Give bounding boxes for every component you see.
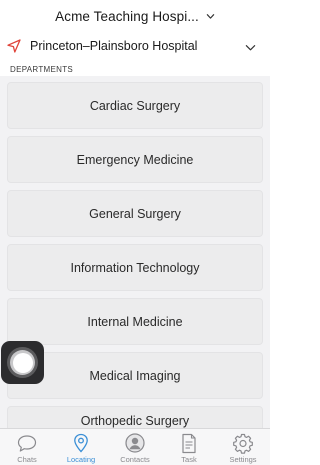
tab-label-chats: Chats (17, 455, 37, 464)
tab-locating[interactable]: Locating (54, 429, 108, 465)
tab-task[interactable]: Task (162, 429, 216, 465)
tab-label-settings: Settings (229, 455, 257, 464)
organization-title: Acme Teaching Hospi... (55, 8, 199, 24)
department-button-cardiac-surgery[interactable]: Cardiac Surgery (7, 82, 263, 129)
hospital-selector[interactable]: Princeton–Plainsboro Hospital (0, 32, 270, 62)
location-arrow-icon (7, 39, 21, 53)
department-button-general-surgery[interactable]: General Surgery (7, 190, 263, 237)
chevron-down-icon (245, 45, 256, 51)
location-pin-icon (74, 433, 88, 453)
department-button-information-technology[interactable]: Information Technology (7, 244, 263, 291)
gear-icon (233, 433, 253, 454)
tab-label-contacts: Contacts (120, 455, 150, 464)
department-button-medical-imaging[interactable]: Medical Imaging (7, 352, 263, 399)
task-document-icon (182, 433, 196, 454)
tab-settings[interactable]: Settings (216, 429, 270, 465)
departments-section-label: DEPARTMENTS (10, 65, 74, 74)
chat-bubble-icon (17, 435, 37, 452)
tab-chats[interactable]: Chats (0, 429, 54, 465)
department-button-internal-medicine[interactable]: Internal Medicine (7, 298, 263, 345)
tab-label-locating: Locating (66, 455, 96, 464)
assistive-touch-button[interactable] (1, 341, 44, 384)
department-button-orthopedic-surgery[interactable]: Orthopedic Surgery (7, 406, 263, 428)
tab-label-task: Task (181, 455, 197, 464)
assistive-touch-icon (7, 347, 38, 378)
department-button-emergency-medicine[interactable]: Emergency Medicine (7, 136, 263, 183)
organization-selector[interactable]: Acme Teaching Hospi... (0, 0, 270, 32)
chevron-down-icon (206, 13, 215, 19)
hospital-name: Princeton–Plainsboro Hospital (30, 39, 198, 53)
contacts-icon (125, 433, 145, 453)
tab-contacts[interactable]: Contacts (108, 429, 162, 465)
bottom-tab-bar: Chats Locating Contacts Task Settings (0, 428, 270, 465)
